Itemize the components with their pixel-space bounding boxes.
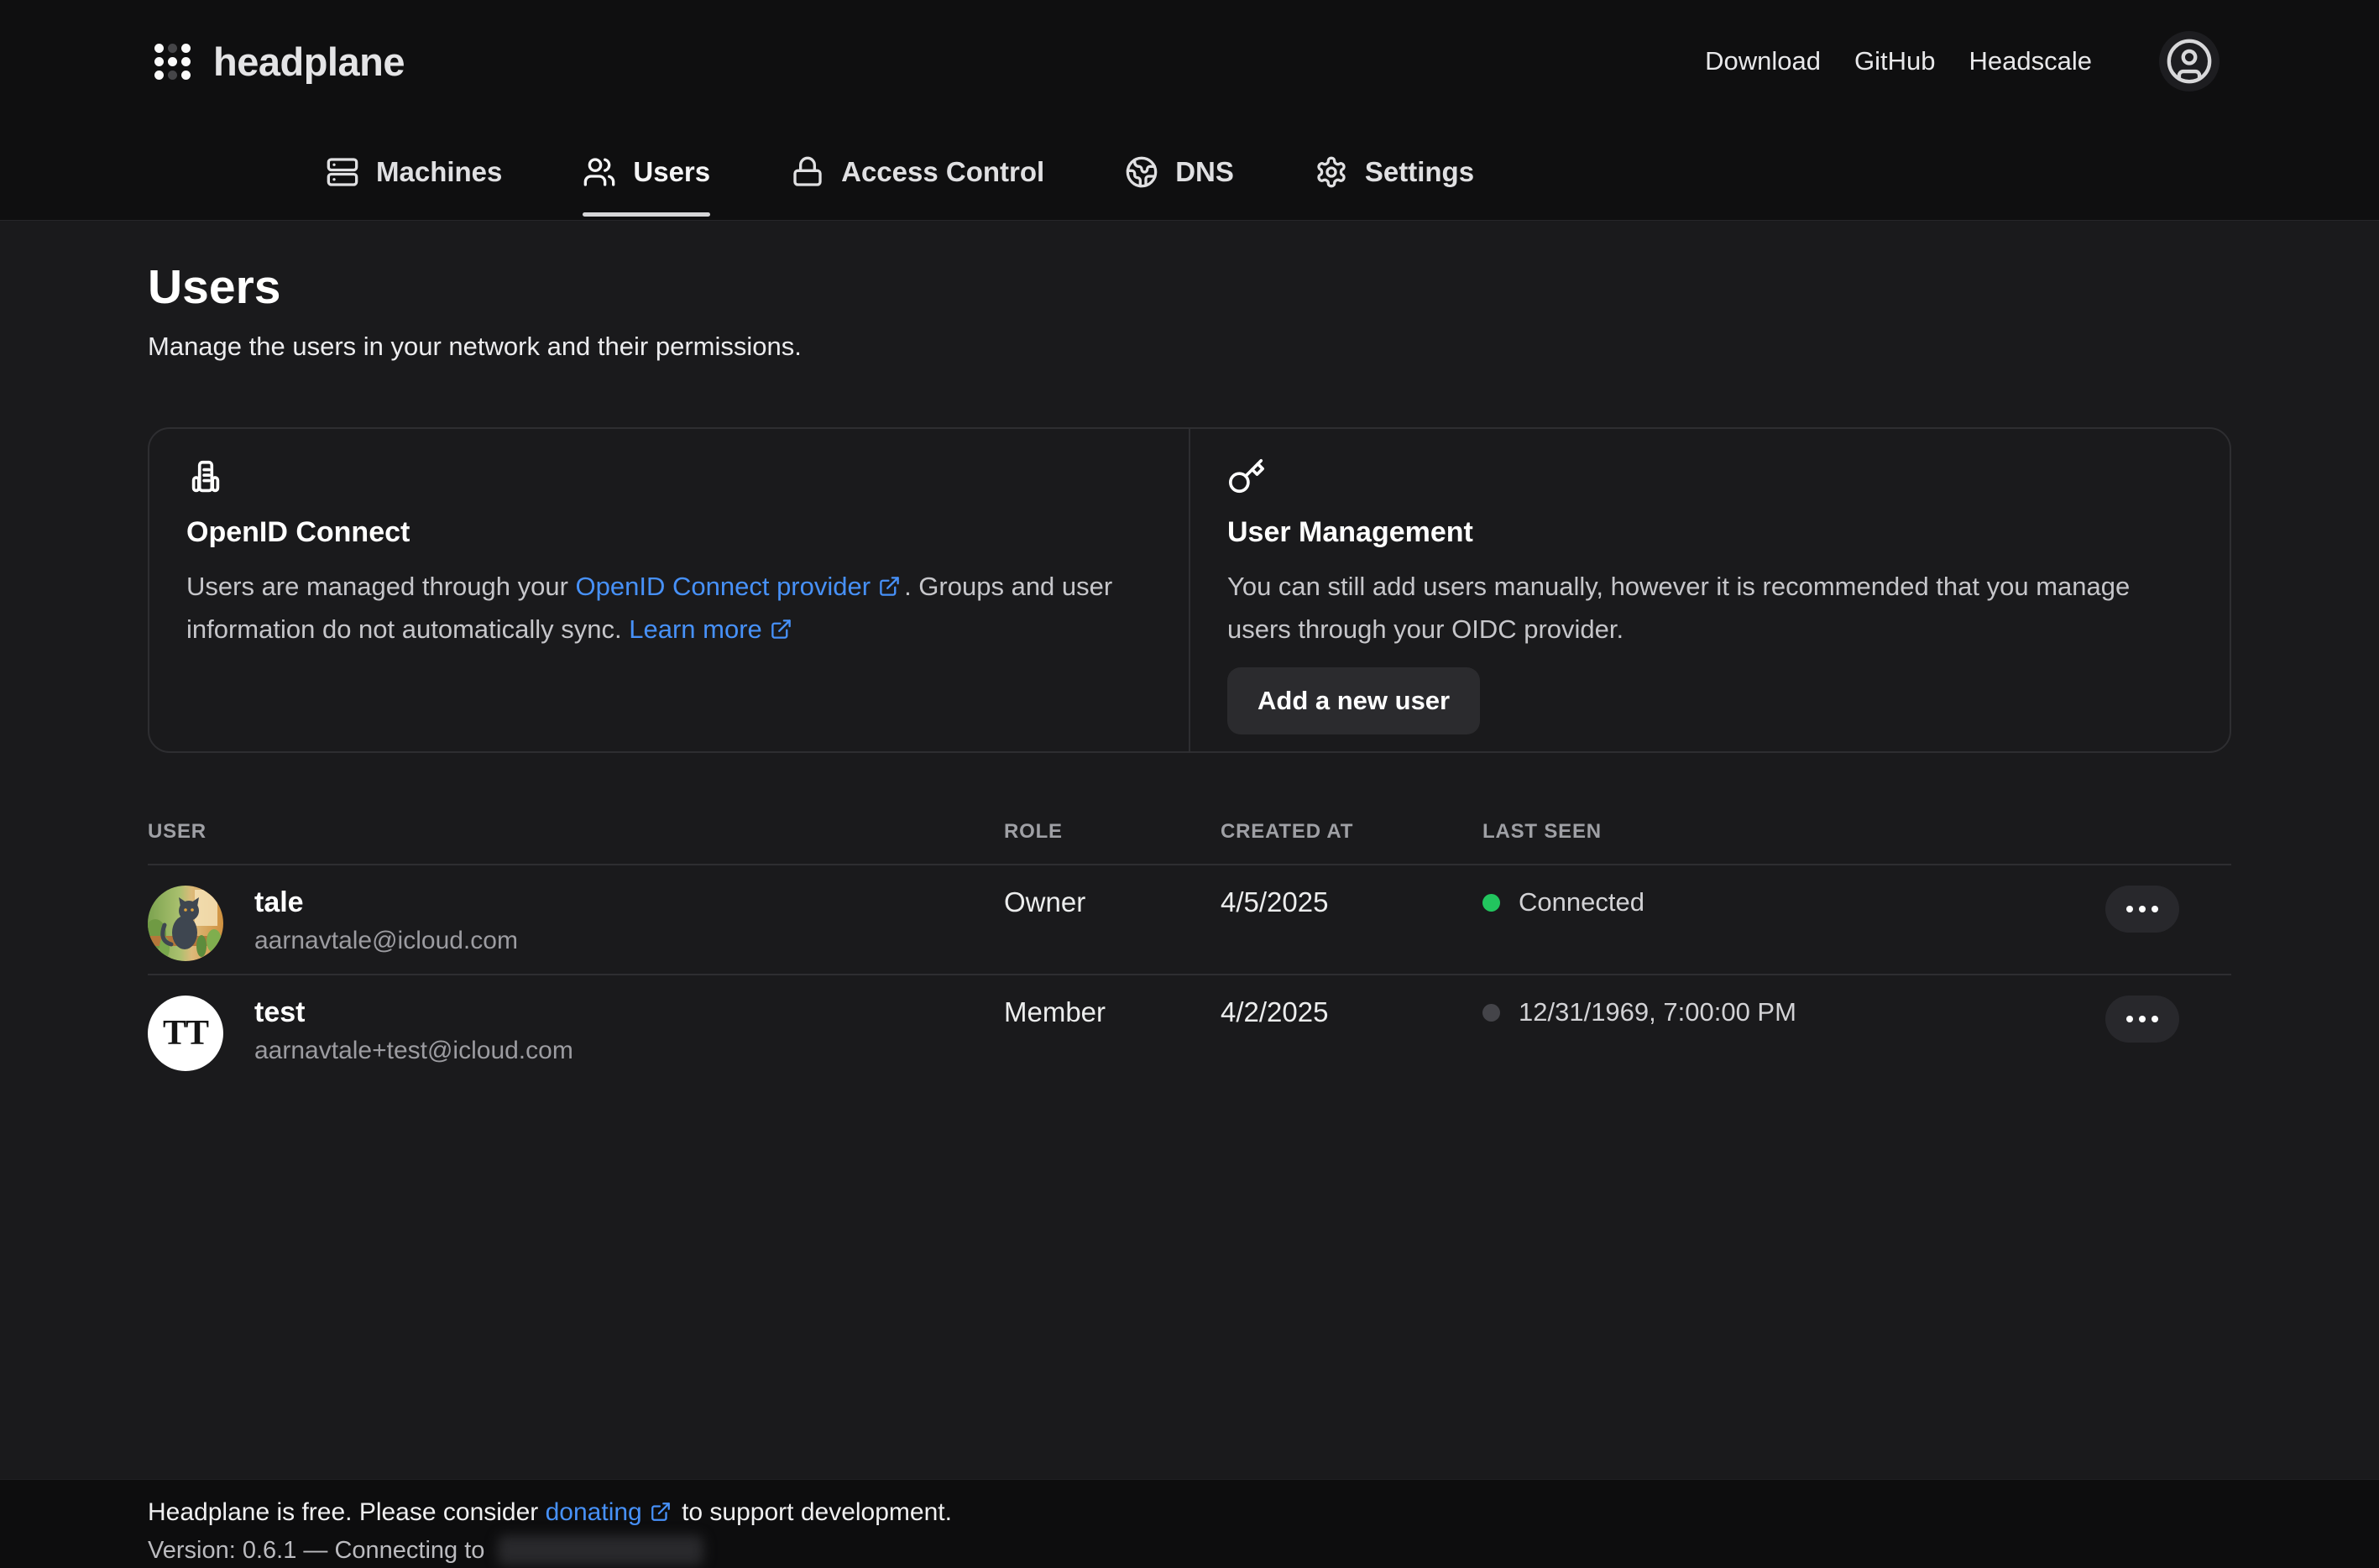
header-row: headplane Download GitHub Headscale [154,0,2220,123]
add-new-user-button[interactable]: Add a new user [1227,667,1480,734]
ellipsis-icon [2126,906,2133,912]
tab-settings[interactable]: Settings [1315,123,1474,221]
row-actions-menu-button[interactable] [2105,886,2179,933]
lock-icon [791,155,824,189]
oidc-card-title: OpenID Connect [186,515,1152,550]
user-role: Owner [1004,886,1221,919]
status-dot-offline [1482,1004,1500,1022]
page-title: Users [148,221,2231,315]
oidc-card-body: Users are managed through your OpenID Co… [186,565,1152,651]
oidc-card: OpenID Connect Users are managed through… [149,429,1189,751]
server-icon [326,155,359,189]
gear-icon [1315,155,1348,189]
learn-more-link[interactable]: Learn more [629,614,796,644]
row-actions-menu-button[interactable] [2105,996,2179,1043]
footer-version-line: Version: 0.6.1 — Connecting to [148,1535,2231,1565]
user-created-at: 4/2/2025 [1221,996,1482,1029]
cat-avatar-illustration [148,886,223,961]
external-link-icon [878,575,901,598]
top-header: headplane Download GitHub Headscale [0,0,2379,221]
user-identity: tale aarnavtale@icloud.com [254,886,518,956]
page-subtitle: Manage the users in your network and the… [148,332,2231,362]
circle-user-icon [2165,37,2214,86]
column-header-created-at: CREATED AT [1221,820,1482,844]
user-email: aarnavtale+test@icloud.com [254,1036,573,1066]
avatar-initials: TT [163,1013,208,1053]
avatar: TT [148,996,223,1071]
headplane-logo-icon [154,44,191,80]
table-row: tale aarnavtale@icloud.com Owner 4/5/202… [148,865,2231,975]
user-management-card: User Management You can still add users … [1189,429,2230,751]
main-nav-tabs: Machines Users Access Control [154,123,2220,221]
row-actions [2105,886,2231,933]
user-identity: test aarnavtale+test@icloud.com [254,996,573,1066]
tab-machines[interactable]: Machines [326,123,502,221]
status-dot-online [1482,894,1500,912]
donate-link[interactable]: donating [546,1498,675,1526]
user-management-card-body: You can still add users manually, howeve… [1227,565,2193,651]
footer-donate-line: Headplane is free. Please consider donat… [148,1497,2231,1529]
users-table: USER ROLE CREATED AT LAST SEEN [148,800,2231,1085]
page-footer: Headplane is free. Please consider donat… [0,1479,2379,1568]
download-link[interactable]: Download [1705,46,1821,76]
users-icon [583,155,616,189]
printing-press-icon [186,457,1152,496]
column-header-user: USER [148,820,1004,844]
tab-dns[interactable]: DNS [1125,123,1234,221]
user-created-at: 4/5/2025 [1221,886,1482,919]
info-cards: OpenID Connect Users are managed through… [148,427,2231,753]
redacted-server-address [498,1535,703,1565]
user-last-seen: 12/31/1969, 7:00:00 PM [1482,996,2105,1029]
user-name: test [254,996,573,1029]
external-link-icon [650,1501,672,1523]
tab-access-control[interactable]: Access Control [791,123,1044,221]
user-name: tale [254,886,518,919]
users-table-header: USER ROLE CREATED AT LAST SEEN [148,800,2231,865]
brand-name: headplane [213,39,405,85]
account-menu-button[interactable] [2159,31,2220,91]
column-header-role: ROLE [1004,820,1221,844]
table-row: TT test aarnavtale+test@icloud.com Membe… [148,975,2231,1085]
user-cell: tale aarnavtale@icloud.com [148,886,1004,961]
globe-icon [1125,155,1158,189]
row-actions [2105,996,2231,1043]
tab-users[interactable]: Users [583,123,710,221]
user-email: aarnavtale@icloud.com [254,926,518,956]
user-last-seen: Connected [1482,886,2105,919]
main-content: Users Manage the users in your network a… [0,221,2379,1479]
user-cell: TT test aarnavtale+test@icloud.com [148,996,1004,1071]
column-header-last-seen: LAST SEEN [1482,820,2105,844]
key-icon [1227,457,2193,496]
header-links: Download GitHub Headscale [1705,31,2220,91]
external-link-icon [770,618,792,640]
avatar [148,886,223,961]
user-management-card-title: User Management [1227,515,2193,550]
user-role: Member [1004,996,1221,1029]
oidc-provider-link[interactable]: OpenID Connect provider [576,572,905,601]
headscale-link[interactable]: Headscale [1969,46,2092,76]
github-link[interactable]: GitHub [1854,46,1935,76]
ellipsis-icon [2126,1016,2133,1022]
